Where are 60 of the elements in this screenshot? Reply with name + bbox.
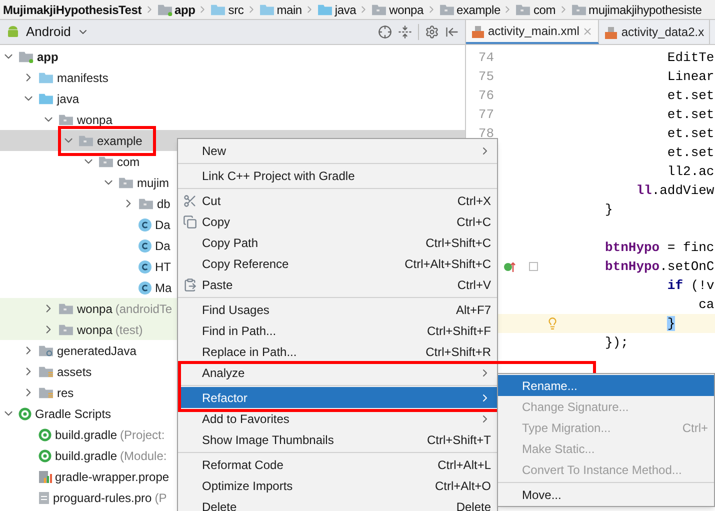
tree-note: (test) (115, 322, 143, 338)
line-number: 76 (477, 86, 494, 105)
tree-label: build.gradle (55, 426, 118, 444)
tree-label: db (157, 196, 170, 212)
shortcut-label: Ctrl+Alt+Shift+C (404, 256, 491, 272)
tree-note: (Project: (120, 426, 165, 444)
tree-label: gradle-wrapper.prope (55, 468, 170, 486)
tree-note: (Module: (120, 448, 167, 464)
tree-label: build.gradle (55, 448, 118, 464)
code-text: ll2.ac (666, 162, 714, 181)
tree-label: Da (155, 216, 170, 234)
tree-label: HT (155, 258, 171, 276)
shortcut-label: Ctrl+Shift+F (426, 322, 491, 340)
line-number: 77 (477, 106, 494, 124)
tree-note: (androidTe (115, 300, 172, 318)
code-text: ca (698, 296, 714, 314)
tree-label: java (57, 90, 80, 108)
shortcut-label: Alt+F7 (456, 302, 491, 318)
tree-label: wonpa (77, 112, 112, 128)
tree-label: app (37, 48, 58, 66)
tree-label: generatedJava (57, 342, 136, 360)
tree-note: (P (154, 490, 167, 506)
tree-label: wonpa (77, 300, 112, 318)
shortcut-label: Ctrl+Alt+L (438, 456, 491, 474)
line-number: 78 (477, 124, 494, 143)
code-text: if (!v (666, 276, 714, 295)
tree-label: proguard-rules.pro (53, 490, 152, 506)
code-text: } (666, 314, 676, 333)
code-text: btnHypo = finc (605, 238, 714, 257)
shortcut-label: Ctrl+Alt+O (434, 478, 491, 494)
tree-label: manifests (57, 70, 108, 86)
shortcut-label: Ctrl+Shift+R (426, 344, 491, 360)
code-text: et.set (666, 124, 714, 143)
tree-label: Ma (155, 280, 172, 296)
shortcut-label: Ctrl+C (456, 214, 491, 230)
tree-label: assets (57, 364, 92, 380)
line-number: 75 (477, 68, 494, 86)
code-text: Linear (666, 68, 714, 86)
tree-label: Gradle Scripts (35, 406, 112, 422)
code-text: et.set (666, 106, 714, 124)
tree-label: example (97, 132, 142, 150)
tree-label: wonpa (77, 322, 112, 338)
shortcut-label: Ctrl+V (457, 276, 491, 294)
tree-label: res (57, 384, 74, 402)
shortcut-label: Delete (456, 498, 491, 511)
line-number: 74 (477, 48, 494, 67)
code-text: btnHypo.setOnC (605, 258, 714, 276)
code-text: EditTe (666, 48, 714, 67)
code-text: }); (605, 334, 628, 352)
shortcut-label: Ctrl+Shift+C (426, 234, 491, 252)
code-text: et.set (666, 144, 714, 162)
tree-label: mujim (137, 174, 169, 192)
tree-label: Da (155, 238, 170, 254)
code-text: ll.addView (635, 182, 714, 200)
tree-label: com (117, 154, 140, 170)
shortcut-label: Ctrl+X (457, 192, 491, 210)
shortcut-label: Ctrl+ (682, 420, 708, 436)
code-text: } (605, 200, 613, 219)
code-text: et.set (666, 86, 714, 105)
shortcut-label: Ctrl+Shift+T (426, 432, 491, 448)
